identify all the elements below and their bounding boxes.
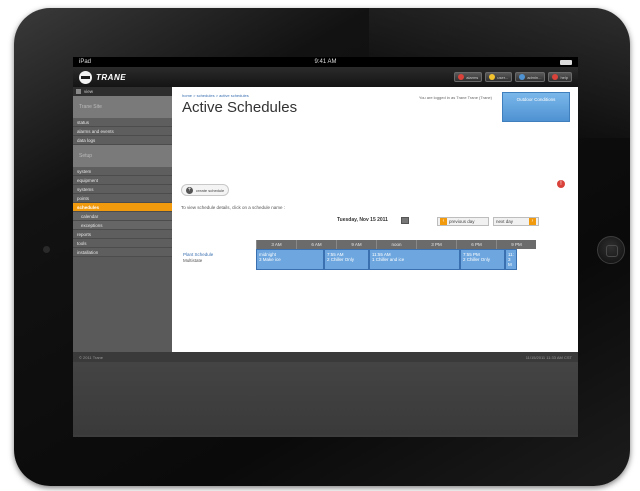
ipad-screen: iPad 9:41 AM TRANE alarms user... admin.… (73, 57, 578, 437)
sidebar-item-reports[interactable]: reports (73, 230, 172, 239)
home-button[interactable] (597, 236, 625, 264)
current-date: Tuesday, Nov 15 2011 (337, 217, 388, 223)
time-header: 6 PM (456, 240, 496, 249)
chevron-right-icon: › (529, 218, 536, 225)
brand-name: TRANE (96, 72, 127, 82)
sidebar-item-system[interactable]: system (73, 167, 172, 176)
sidebar-item-status[interactable]: status (73, 118, 172, 127)
sidebar-item-calendar[interactable]: calendar (73, 212, 172, 221)
schedule-segment[interactable]: 7:55 AM 2 Chiller Only (324, 249, 369, 270)
alarms-button[interactable]: alarms (454, 72, 483, 82)
sidebar-item-exceptions[interactable]: exceptions (73, 221, 172, 230)
help-icon (552, 74, 559, 80)
page-title: Active Schedules (182, 99, 298, 116)
sidebar-setup-block: Setup (73, 145, 172, 167)
sidebar-item-schedules[interactable]: schedules (73, 203, 172, 212)
app-header: TRANE alarms user... admin... help (73, 67, 578, 87)
time-header: 3 AM (256, 240, 296, 249)
table-row: Plant Schedule Multistate midnight 3 Mak… (181, 249, 536, 270)
sidebar-item-systems[interactable]: systems (73, 185, 172, 194)
view-icon (76, 89, 81, 94)
admin-button[interactable]: admin... (515, 72, 546, 82)
next-day-button[interactable]: next day › (493, 217, 539, 226)
calendar-icon[interactable] (401, 217, 409, 224)
sidebar-item-tools[interactable]: tools (73, 239, 172, 248)
timeline-header: 3 AM 6 AM 9 AM noon 3 PM 6 PM 9 PM (181, 240, 536, 249)
sidebar-item-points[interactable]: points (73, 194, 172, 203)
help-button[interactable]: help (548, 72, 572, 82)
battery-icon (560, 59, 572, 65)
sidebar-site-block: Trane Site (73, 96, 172, 118)
sidebar-view-toggle[interactable]: view (73, 87, 172, 96)
previous-day-button[interactable]: ‹ previous day (437, 217, 489, 226)
alert-icon[interactable]: ! (557, 180, 565, 188)
time-header: 6 AM (296, 240, 336, 249)
time-header: 3 PM (416, 240, 456, 249)
trane-logo-icon (79, 70, 92, 84)
time-header: noon (376, 240, 416, 249)
sidebar-item-alarms[interactable]: alarms and events (73, 127, 172, 136)
sidebar-item-data-logs[interactable]: data logs (73, 136, 172, 145)
schedule-segment[interactable]: 11: 3 M (505, 249, 517, 270)
footer-timestamp: 11/15/2011 11:33 AM CST (525, 354, 572, 360)
schedule-segment[interactable]: midnight 3 Make ice (256, 249, 324, 270)
user-icon (489, 74, 496, 80)
schedule-segment[interactable]: 7:55 PM 2 Chiller Only (460, 249, 505, 270)
carrier-label: iPad (79, 59, 92, 65)
camera-icon (43, 246, 50, 253)
outdoor-conditions-button[interactable]: Outdoor Conditions (502, 92, 570, 122)
logged-in-text: You are logged in as Trane Trane (Trane) (418, 95, 492, 100)
sidebar-item-installation[interactable]: installation (73, 248, 172, 257)
sidebar-item-equipment[interactable]: equipment (73, 176, 172, 185)
admin-icon (519, 74, 526, 80)
time-header: 9 AM (336, 240, 376, 249)
ios-status-bar: iPad 9:41 AM (73, 57, 578, 67)
sidebar: view Trane Site status alarms and events… (73, 87, 178, 352)
alarm-icon (458, 74, 465, 80)
breadcrumb[interactable]: home > schedules > active schedules (182, 93, 249, 98)
app-footer: © 2011 Trane 11/15/2011 11:33 AM CST (73, 352, 578, 362)
schedule-timeline: 3 AM 6 AM 9 AM noon 3 PM 6 PM 9 PM Plant… (181, 240, 536, 270)
create-schedule-button[interactable]: + create schedule (181, 184, 230, 196)
app-body: view Trane Site status alarms and events… (73, 87, 578, 352)
main-content: home > schedules > active schedules Acti… (172, 87, 578, 352)
time-header: 9 PM (496, 240, 536, 249)
schedule-name-link[interactable]: Plant Schedule Multistate (181, 249, 256, 270)
brand-logo[interactable]: TRANE (79, 70, 127, 84)
schedule-segment[interactable]: 11:55 AM 1 Chiller and ice (369, 249, 460, 270)
header-actions: alarms user... admin... help (454, 72, 572, 82)
clock-label: 9:41 AM (314, 59, 337, 65)
plus-icon: + (186, 186, 193, 194)
chevron-left-icon: ‹ (440, 218, 447, 225)
copyright-text: © 2011 Trane (79, 354, 103, 360)
user-button[interactable]: user... (485, 72, 513, 82)
instruction-text: To view schedule details, click on a sch… (181, 205, 286, 210)
empty-area (73, 362, 578, 435)
